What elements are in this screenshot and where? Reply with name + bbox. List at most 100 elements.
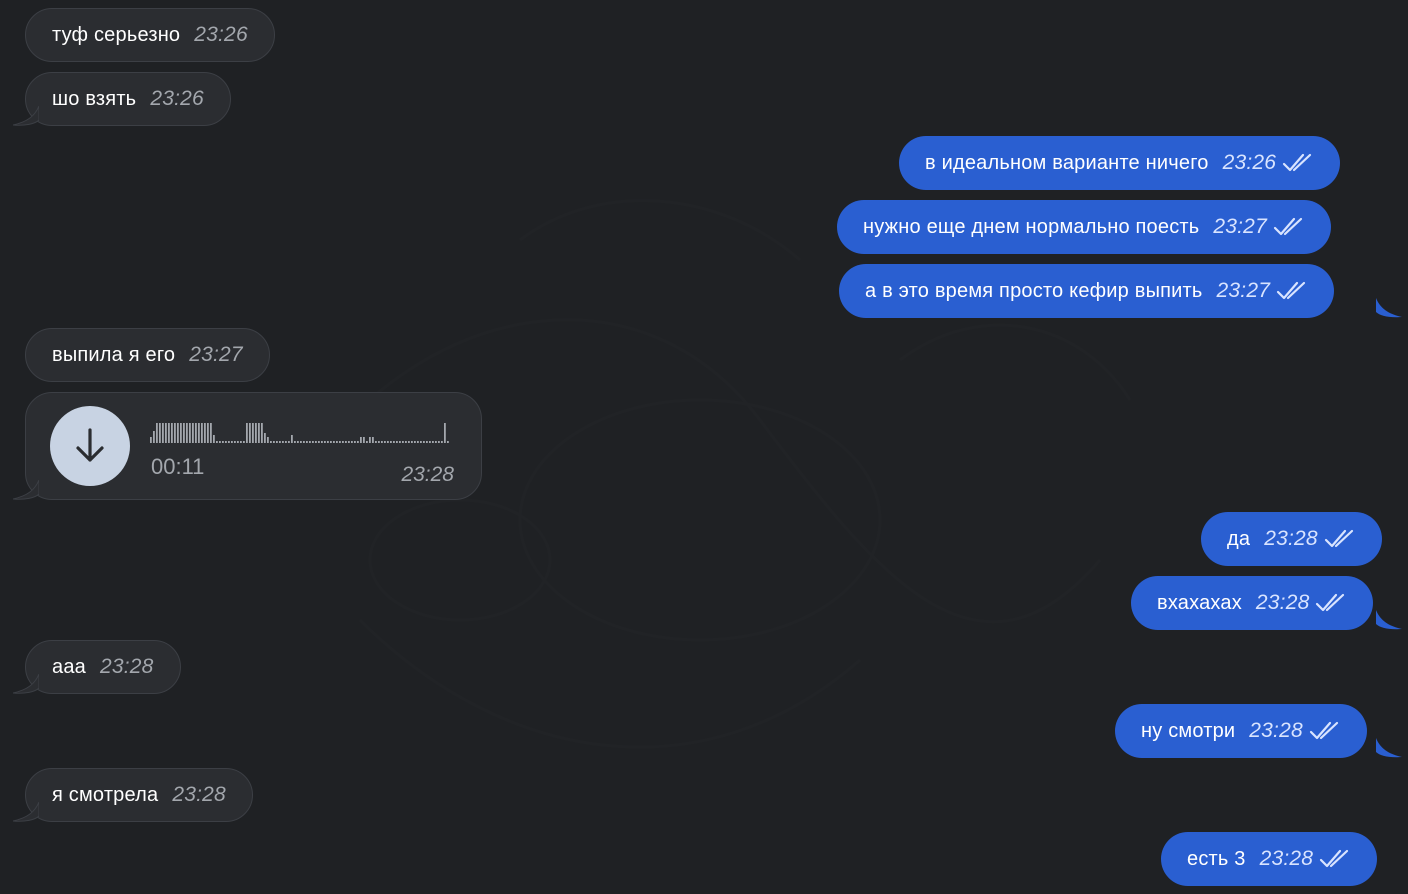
- message-time: 23:27: [1213, 215, 1267, 238]
- message-text: туф серьезно: [52, 23, 181, 46]
- waveform-bar: [279, 441, 281, 443]
- message-text: ну смотри: [1141, 719, 1236, 742]
- waveform-bar: [198, 423, 200, 443]
- message-time: 23:27: [189, 343, 243, 366]
- waveform-bar: [294, 441, 296, 443]
- waveform-bar: [186, 423, 188, 443]
- waveform-bar: [396, 441, 398, 443]
- double-check-icon: [1276, 281, 1306, 300]
- waveform-bar: [363, 437, 365, 443]
- waveform-bar: [285, 441, 287, 443]
- waveform-bar: [264, 433, 266, 443]
- incoming-message[interactable]: ааа 23:28: [25, 640, 181, 694]
- waveform-bar: [324, 441, 326, 443]
- waveform-bar: [339, 441, 341, 443]
- waveform-bar: [150, 437, 152, 443]
- waveform-bar: [435, 441, 437, 443]
- waveform-bar: [447, 441, 449, 443]
- waveform-bar: [237, 441, 239, 443]
- waveform-bar: [318, 441, 320, 443]
- waveform-bar: [201, 423, 203, 443]
- waveform-bar: [177, 423, 179, 443]
- double-check-icon: [1273, 217, 1303, 236]
- waveform-bar: [381, 441, 383, 443]
- voice-duration: 00:11: [151, 454, 205, 479]
- waveform-bar: [387, 441, 389, 443]
- outgoing-message[interactable]: в идеальном варианте ничего 23:26: [899, 136, 1341, 190]
- waveform-bar: [306, 441, 308, 443]
- double-check-icon: [1316, 593, 1345, 612]
- waveform-bar: [321, 441, 323, 443]
- outgoing-message[interactable]: нужно еще днем нормально поесть 23:27: [837, 200, 1331, 254]
- waveform-bar: [213, 435, 215, 443]
- voice-message[interactable]: 00:11 23:28: [25, 392, 482, 500]
- double-check-icon: [1283, 153, 1312, 172]
- message-text: шо взять: [52, 87, 137, 110]
- waveform-bar: [333, 441, 335, 443]
- outgoing-message[interactable]: а в это время просто кефир выпить 23:27: [839, 264, 1335, 318]
- waveform-bar: [216, 441, 218, 443]
- waveform-bar: [276, 441, 278, 443]
- waveform-bar: [369, 437, 371, 443]
- bubble-tail: [13, 106, 39, 126]
- waveform-bar: [174, 423, 176, 443]
- message-text: да: [1227, 527, 1251, 550]
- waveform-bar: [165, 423, 167, 443]
- outgoing-message[interactable]: да 23:28: [1201, 512, 1382, 566]
- waveform-bar: [228, 441, 230, 443]
- waveform-bar: [156, 423, 158, 443]
- outgoing-message[interactable]: есть 3 23:28: [1161, 832, 1378, 886]
- message-time: 23:28: [401, 463, 454, 486]
- waveform-bar: [219, 441, 221, 443]
- message-time: 23:28: [1259, 847, 1314, 870]
- waveform-bar: [243, 441, 245, 443]
- waveform-bar: [348, 441, 350, 443]
- message-text: ааа: [52, 655, 86, 678]
- waveform-bar: [168, 423, 170, 443]
- waveform-bar: [267, 437, 269, 443]
- waveform-bar: [225, 441, 227, 443]
- waveform-bar: [417, 441, 419, 443]
- incoming-message[interactable]: шо взять 23:26: [25, 72, 231, 126]
- message-time: 23:28: [1255, 591, 1310, 614]
- waveform-bar: [222, 441, 224, 443]
- download-button[interactable]: [50, 406, 130, 486]
- waveform-bar: [210, 423, 212, 443]
- waveform-bar: [342, 441, 344, 443]
- chat-area: туф серьезно 23:26 шо взять 23:26 в идеа…: [0, 0, 1408, 894]
- bubble-tail: [13, 480, 39, 500]
- incoming-message[interactable]: туф серьезно 23:26: [25, 8, 275, 62]
- waveform-bar: [414, 441, 416, 443]
- waveform-bar: [153, 431, 155, 443]
- waveform-bar: [303, 441, 305, 443]
- waveform-bar: [192, 423, 194, 443]
- message-text: а в это время просто кефир выпить: [865, 279, 1203, 302]
- bubble-tail: [1376, 738, 1402, 758]
- waveform-bar: [336, 441, 338, 443]
- waveform-bar: [255, 423, 257, 443]
- waveform-bar: [402, 441, 404, 443]
- waveform-bar: [312, 441, 314, 443]
- message-text: я смотрела: [52, 783, 159, 806]
- waveform-bar: [354, 441, 356, 443]
- bubble-tail: [13, 674, 39, 694]
- waveform-bar: [378, 441, 380, 443]
- waveform-bar: [357, 441, 359, 443]
- incoming-message[interactable]: выпила я его 23:27: [25, 328, 270, 382]
- waveform-bar: [429, 441, 431, 443]
- voice-waveform[interactable]: [150, 419, 450, 443]
- waveform-bar: [204, 423, 206, 443]
- message-time: 23:26: [1222, 151, 1277, 174]
- message-time: 23:28: [99, 655, 154, 678]
- double-check-icon: [1324, 529, 1353, 548]
- incoming-message[interactable]: я смотрела 23:28: [25, 768, 253, 822]
- double-check-icon: [1320, 849, 1349, 868]
- waveform-bar: [375, 441, 377, 443]
- outgoing-message[interactable]: вхахахах 23:28: [1131, 576, 1374, 630]
- waveform-bar: [330, 441, 332, 443]
- waveform-bar: [297, 441, 299, 443]
- waveform-bar: [300, 441, 302, 443]
- waveform-bar: [282, 441, 284, 443]
- outgoing-message[interactable]: ну смотри 23:28: [1115, 704, 1367, 758]
- message-text: выпила я его: [52, 343, 176, 366]
